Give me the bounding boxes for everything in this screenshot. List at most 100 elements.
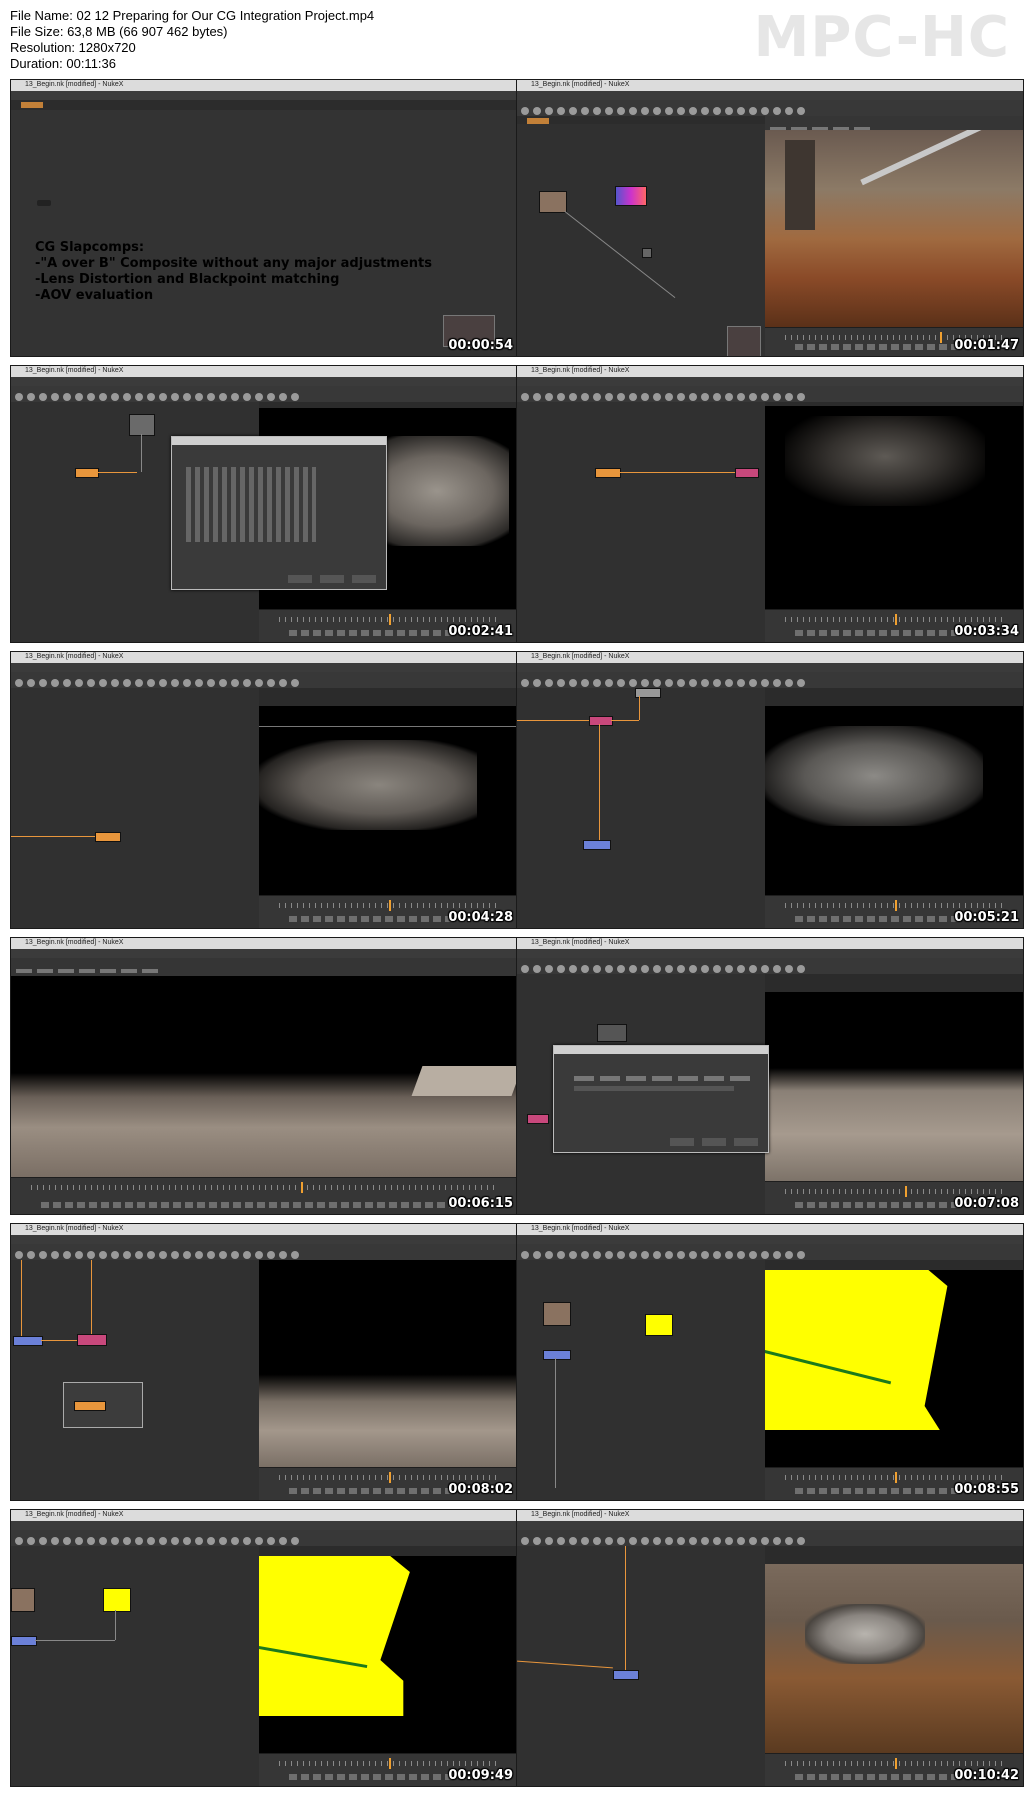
dialog-buttons[interactable]	[288, 575, 378, 583]
node-wire	[141, 434, 142, 472]
shuffle-node[interactable]	[75, 468, 99, 478]
node-wire	[639, 696, 640, 720]
window-buttons	[492, 82, 514, 97]
read-node-thumbnail[interactable]	[615, 186, 647, 206]
viewer-frame	[259, 706, 517, 896]
lens-distortion-node[interactable]	[543, 1350, 571, 1360]
timestamp: 00:06:15	[448, 1196, 513, 1211]
viewer-panel	[765, 116, 1023, 356]
lens-distortion-node[interactable]	[583, 840, 611, 850]
viewer-panel	[765, 688, 1023, 928]
timeline-bar[interactable]	[11, 1177, 517, 1214]
timestamp: 00:08:02	[448, 1482, 513, 1497]
shuffle-node[interactable]	[595, 468, 621, 478]
toolbar	[11, 386, 517, 403]
toolbar	[517, 1244, 1023, 1261]
car-composite	[805, 1604, 925, 1664]
shuffle-node[interactable]	[95, 832, 121, 842]
viewer-panel	[11, 958, 517, 1214]
channel-row[interactable]	[574, 1086, 734, 1091]
toolbar	[11, 672, 517, 689]
slapcomp-note: CG Slapcomps: -"A over B" Composite with…	[35, 240, 432, 304]
car-render	[259, 740, 477, 830]
thumbnail-11[interactable]: 13_Begin.nk [modified] - NukeX 00:09:49	[10, 1509, 518, 1787]
thumbnail-5[interactable]: 13_Begin.nk [modified] - NukeX 00:04:28	[10, 651, 518, 929]
node-graph	[11, 688, 259, 928]
thumbnail-6[interactable]: 13_Begin.nk [modified] - NukeX 00:05:21	[516, 651, 1024, 929]
timestamp: 00:07:08	[954, 1196, 1019, 1211]
toolbar	[517, 672, 1023, 689]
lens-distortion-node[interactable]	[13, 1336, 43, 1346]
toolbar	[517, 386, 1023, 403]
window-buttons	[998, 654, 1020, 669]
node-wire	[599, 724, 600, 840]
node-wire	[35, 1640, 115, 1641]
read-node-thumbnail[interactable]	[539, 191, 567, 213]
viewer-panel	[765, 1260, 1023, 1500]
node-wire	[555, 1358, 556, 1488]
window-title: 13_Begin.nk [modified] - NukeX	[25, 1511, 124, 1518]
merge-node[interactable]	[735, 468, 759, 478]
node-properties-dialog[interactable]	[553, 1045, 769, 1153]
thumbnail-10[interactable]: 13_Begin.nk [modified] - NukeX 00:08:55	[516, 1223, 1024, 1501]
node-wire	[564, 211, 676, 298]
viewer-frame	[765, 992, 1023, 1182]
car-render	[785, 416, 985, 506]
thumbnail-12[interactable]: 13_Begin.nk [modified] - NukeX 00:10:42	[516, 1509, 1024, 1787]
thumbnail-3[interactable]: 13_Begin.nk [modified] - NukeX 00:02:41	[10, 365, 518, 643]
read-node-thumbnail[interactable]	[11, 1588, 35, 1612]
thumbnail-4[interactable]: 13_Begin.nk [modified] - NukeX 00:03:34	[516, 365, 1024, 643]
merge-node[interactable]	[77, 1334, 107, 1346]
toolbar	[517, 958, 1023, 975]
yellow-matte	[765, 1270, 948, 1430]
merge-node[interactable]	[527, 1114, 549, 1124]
viewer-frame	[259, 1556, 517, 1754]
window-buttons	[998, 1226, 1020, 1241]
node-graph: CG Slapcomps: -"A over B" Composite with…	[11, 110, 517, 356]
thumbnail-8[interactable]: 13_Begin.nk [modified] - NukeX 00:07:08	[516, 937, 1024, 1215]
thumbnail-7[interactable]: 13_Begin.nk [modified] - NukeX 00:06:15	[10, 937, 518, 1215]
lens-distortion-node[interactable]	[613, 1670, 639, 1680]
thumbnail-1[interactable]: 13_Begin.nk [modified] - NukeX CG Slapco…	[10, 79, 518, 357]
window-title: 13_Begin.nk [modified] - NukeX	[531, 1225, 630, 1232]
dialog-title-bar	[554, 1046, 768, 1054]
channel-matrix[interactable]	[186, 467, 316, 542]
frame-bound-line	[259, 726, 517, 727]
dialog-title-bar	[172, 437, 386, 445]
read-node-thumbnail[interactable]	[645, 1314, 673, 1336]
merge-node[interactable]	[589, 716, 613, 726]
node-wire	[11, 836, 95, 837]
read-node-thumbnail[interactable]	[103, 1588, 131, 1612]
node-wire	[517, 720, 589, 721]
node-wire	[619, 472, 735, 473]
wall-beam	[785, 140, 815, 230]
read-node-thumbnail[interactable]	[597, 1024, 627, 1042]
viewer-panel	[259, 1260, 517, 1500]
shuffle-node[interactable]	[74, 1401, 106, 1411]
read-node-thumbnail[interactable]	[129, 414, 155, 436]
lens-distortion-node[interactable]	[11, 1636, 37, 1646]
dialog-buttons[interactable]	[670, 1138, 760, 1146]
car-panel-closeup	[411, 1066, 517, 1096]
read-node-thumbnail[interactable]	[543, 1302, 571, 1326]
thumbnail-9[interactable]: 13_Begin.nk [modified] - NukeX 00:08:02	[10, 1223, 518, 1501]
timestamp: 00:09:49	[448, 1768, 513, 1783]
window-buttons	[492, 1226, 514, 1241]
node-wire	[21, 1260, 22, 1336]
drainpipe	[860, 130, 990, 186]
slapcomp-line-2: -Lens Distortion and Blackpoint matching	[35, 272, 340, 287]
timestamp: 00:01:47	[954, 338, 1019, 353]
node-wire	[41, 1340, 77, 1341]
viewer-panel	[259, 1546, 517, 1786]
thumbnail-2[interactable]: 13_Begin.nk [modified] - NukeX 00:01:47	[516, 79, 1024, 357]
viewer-panel	[765, 402, 1023, 642]
backdrop-node[interactable]	[63, 1382, 143, 1428]
slapcomp-line-3: -AOV evaluation	[35, 288, 154, 303]
node-graph	[517, 1260, 765, 1500]
tab-bar	[11, 100, 517, 110]
channel-row[interactable]	[574, 1076, 754, 1081]
shuffle-properties-dialog[interactable]	[171, 436, 387, 590]
backdrop-node[interactable]	[727, 326, 761, 356]
timestamp: 00:10:42	[954, 1768, 1019, 1783]
dot-node[interactable]	[642, 248, 652, 258]
